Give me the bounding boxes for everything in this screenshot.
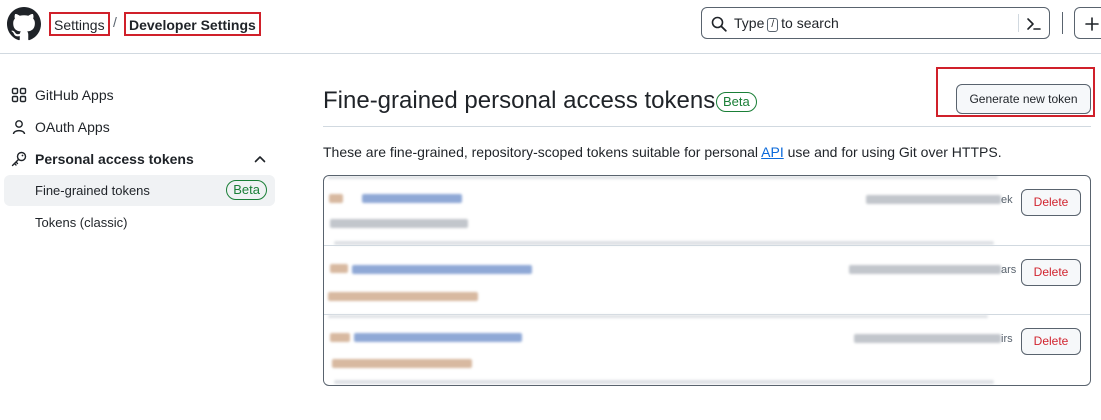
redacted-text <box>332 359 472 368</box>
breadcrumb-separator: / <box>113 14 117 30</box>
create-new-button[interactable] <box>1074 7 1101 39</box>
token-expiry-text: ek <box>1001 194 1013 206</box>
apps-icon <box>11 87 27 103</box>
plus-icon <box>1085 17 1099 31</box>
person-icon <box>12 120 26 135</box>
sidebar-subitem-tokens-classic[interactable]: Tokens (classic) <box>4 207 275 238</box>
sidebar-item-personal-access-tokens[interactable]: Personal access tokens <box>4 143 275 175</box>
api-link[interactable]: API <box>761 144 784 160</box>
page-title: Fine-grained personal access tokens <box>323 87 716 114</box>
sidebar-subitem-fine-grained-tokens[interactable]: Fine-grained tokens Beta <box>4 175 275 206</box>
title-divider <box>323 126 1091 127</box>
redacted-text <box>330 333 350 342</box>
tokens-description: These are fine-grained, repository-scope… <box>323 144 1002 160</box>
tokens-list: ek Delete ars Delete irs Delete <box>323 175 1091 386</box>
header-divider <box>1062 12 1063 34</box>
sidebar-item-oauth-apps[interactable]: OAuth Apps <box>4 111 275 143</box>
redacted-expiry <box>866 195 1001 204</box>
slash-key-hint: / <box>767 18 779 32</box>
redacted-text <box>330 264 348 273</box>
redacted-token-name[interactable] <box>362 194 462 203</box>
generate-new-token-button[interactable]: Generate new token <box>956 84 1091 114</box>
sidebar-subitem-label: Tokens (classic) <box>35 215 128 230</box>
delete-token-button[interactable]: Delete <box>1021 189 1081 216</box>
redacted-expiry <box>849 265 1001 274</box>
redacted-token-name[interactable] <box>354 333 522 342</box>
sidebar-item-github-apps[interactable]: GitHub Apps <box>4 79 275 111</box>
command-palette-icon[interactable] <box>1026 16 1042 32</box>
key-icon <box>11 151 27 167</box>
search-placeholder: Type / to search <box>734 15 839 32</box>
redacted-text <box>328 292 478 301</box>
token-row: irs Delete <box>324 314 1090 384</box>
top-header: Settings / Developer Settings Type / to se… <box>0 0 1101 54</box>
breadcrumb-settings[interactable]: Settings <box>49 12 110 36</box>
token-expiry-text: ars <box>1001 264 1017 276</box>
breadcrumb-developer-settings[interactable]: Developer Settings <box>124 12 261 36</box>
beta-badge: Beta <box>226 180 267 200</box>
token-row: ek Delete <box>324 176 1090 245</box>
delete-token-button[interactable]: Delete <box>1021 259 1081 286</box>
search-divider <box>1018 14 1019 32</box>
redacted-text <box>329 194 343 203</box>
redacted-token-name[interactable] <box>352 265 532 274</box>
redacted-text <box>334 380 994 384</box>
redacted-expiry <box>854 334 1001 343</box>
delete-token-button[interactable]: Delete <box>1021 328 1081 355</box>
redacted-text <box>328 315 988 318</box>
token-expiry-text: irs <box>1001 333 1013 345</box>
title-beta-badge: Beta <box>716 92 757 112</box>
search-icon <box>711 16 727 32</box>
redacted-text <box>328 176 998 179</box>
search-input[interactable]: Type / to search <box>701 7 1050 39</box>
sidebar-item-label: GitHub Apps <box>35 87 114 103</box>
redacted-text <box>330 219 468 228</box>
token-row: ars Delete <box>324 245 1090 314</box>
sidebar-item-label: Personal access tokens <box>35 151 194 167</box>
chevron-up-icon[interactable] <box>253 152 267 166</box>
sidebar-subitem-label: Fine-grained tokens <box>35 183 150 198</box>
github-logo-icon[interactable] <box>7 7 41 41</box>
sidebar-item-label: OAuth Apps <box>35 119 110 135</box>
